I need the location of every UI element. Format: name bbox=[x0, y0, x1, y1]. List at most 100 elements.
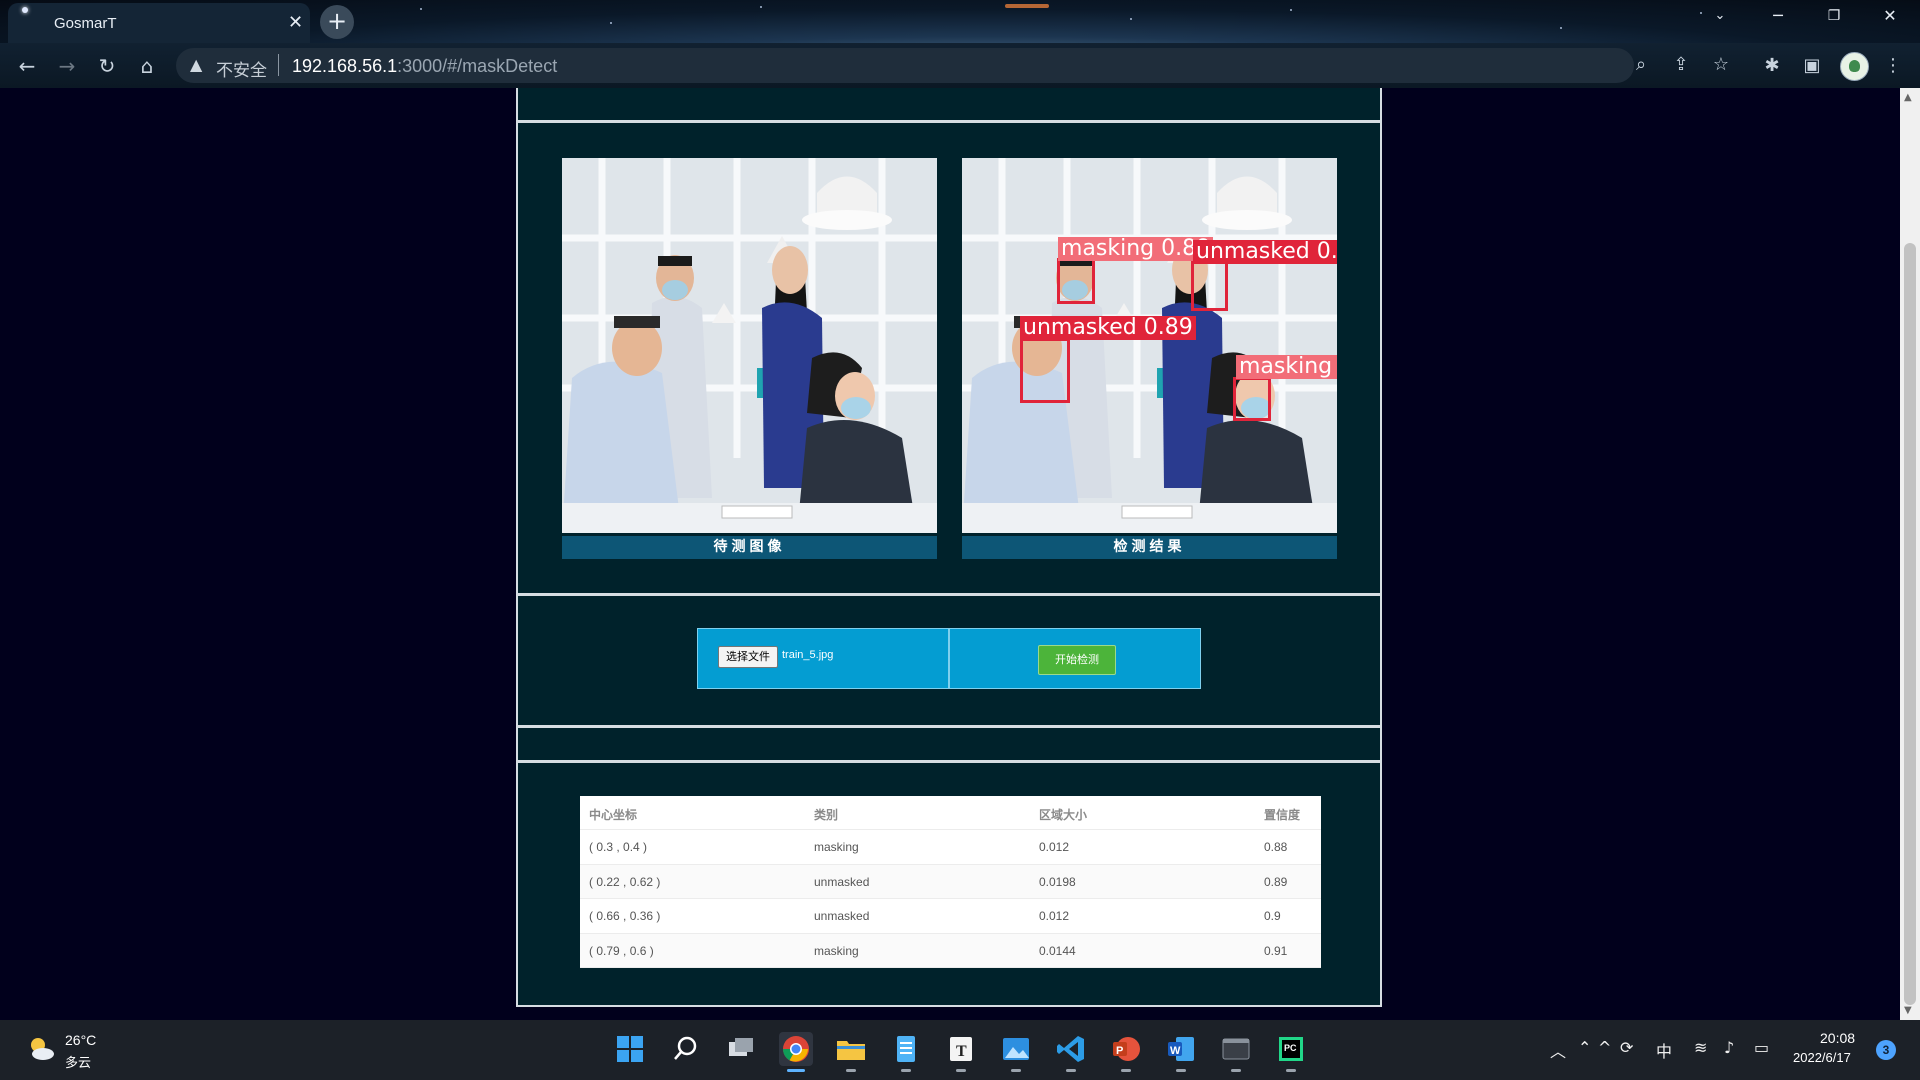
battery-icon[interactable]: ▭ bbox=[1754, 1038, 1769, 1057]
taskbar-photos[interactable] bbox=[999, 1032, 1033, 1072]
cell-class: unmasked bbox=[814, 909, 870, 923]
tab-favicon-icon bbox=[22, 7, 28, 13]
image-panel: 待测图像 masking 0.88 unmasked 0. unmasked 0… bbox=[516, 121, 1382, 595]
start-button[interactable] bbox=[613, 1032, 647, 1066]
cell-confidence: 0.89 bbox=[1264, 874, 1288, 889]
running-indicator bbox=[1231, 1069, 1241, 1072]
taskbar-notepad[interactable] bbox=[889, 1032, 923, 1072]
url-text[interactable]: 192.168.56.1:3000/#/maskDetect bbox=[292, 56, 557, 77]
cell-center: ( 0.22 , 0.62 ) bbox=[589, 874, 661, 889]
home-icon[interactable]: ⌂ bbox=[133, 52, 161, 80]
extensions-icon[interactable]: ✱ bbox=[1759, 53, 1785, 79]
reload-icon[interactable]: ↻ bbox=[93, 52, 121, 80]
cell-confidence: 0.91 bbox=[1264, 943, 1288, 958]
clock-time[interactable]: 20:08 bbox=[1820, 1030, 1855, 1046]
scroll-up-icon[interactable]: ▲ bbox=[1904, 92, 1912, 103]
tray-app-icon[interactable]: ⌃ bbox=[1578, 1038, 1591, 1057]
scroll-thumb[interactable] bbox=[1904, 243, 1916, 1005]
tab-search-icon[interactable]: ⌄ bbox=[1700, 8, 1740, 23]
url-host: 192.168.56.1 bbox=[292, 56, 398, 76]
running-indicator bbox=[1286, 1069, 1296, 1072]
task-view-button[interactable] bbox=[724, 1032, 758, 1066]
notification-badge[interactable]: 3 bbox=[1876, 1040, 1896, 1060]
tray-overflow-icon[interactable]: ︿ bbox=[1550, 1038, 1566, 1062]
top-panel bbox=[516, 88, 1382, 122]
page-viewport: 待测图像 masking 0.88 unmasked 0. unmasked 0… bbox=[0, 88, 1900, 1020]
cell-class: unmasked bbox=[814, 874, 870, 889]
windows-logo-icon bbox=[617, 1036, 643, 1062]
search-button[interactable] bbox=[669, 1032, 703, 1066]
running-indicator bbox=[901, 1069, 911, 1072]
weather-temperature: 26°C bbox=[65, 1032, 97, 1048]
clock-date[interactable]: 2022/6/17 bbox=[1793, 1050, 1851, 1065]
terminal-icon bbox=[1222, 1038, 1250, 1060]
header-center: 中心坐标 bbox=[589, 808, 638, 822]
bg-star bbox=[760, 6, 762, 8]
sync-icon[interactable]: ⟳ bbox=[1620, 1038, 1633, 1057]
task-view-icon bbox=[729, 1038, 753, 1056]
detection-box bbox=[1020, 338, 1070, 403]
detection-label: unmasked 0.90 bbox=[1193, 240, 1337, 264]
taskbar-file-explorer[interactable] bbox=[834, 1032, 868, 1072]
new-tab-button[interactable]: + bbox=[320, 5, 354, 39]
profile-avatar[interactable] bbox=[1840, 52, 1869, 81]
chrome-icon bbox=[782, 1036, 809, 1062]
ime-indicator[interactable]: 中 bbox=[1656, 1038, 1672, 1062]
detection-box bbox=[1191, 261, 1228, 311]
share-icon[interactable]: ⇪ bbox=[1668, 52, 1694, 78]
back-icon[interactable]: ← bbox=[13, 52, 41, 80]
taskbar-terminal[interactable] bbox=[1219, 1032, 1253, 1072]
start-detect-button[interactable]: 开始检测 bbox=[1038, 645, 1116, 675]
taskbar-typora[interactable]: T bbox=[944, 1032, 978, 1072]
running-indicator bbox=[1066, 1069, 1076, 1072]
detection-label: masking 0 bbox=[1236, 355, 1337, 379]
detection-label: masking 0.88 bbox=[1058, 237, 1214, 261]
svg-text:P: P bbox=[1116, 1045, 1123, 1057]
partly-cloudy-icon[interactable] bbox=[26, 1034, 56, 1064]
bookmark-star-icon[interactable]: ☆ bbox=[1708, 52, 1734, 78]
volume-icon[interactable]: ♪ bbox=[1724, 1038, 1734, 1057]
page-scrollbar[interactable]: ▲ ▼ bbox=[1900, 88, 1920, 1020]
running-indicator bbox=[956, 1069, 966, 1072]
restore-icon[interactable]: ❐ bbox=[1814, 8, 1854, 24]
taskbar-pycharm[interactable]: PC bbox=[1274, 1032, 1308, 1072]
side-panel-icon[interactable]: ▣ bbox=[1799, 53, 1825, 79]
notepad-icon bbox=[897, 1036, 915, 1062]
tab-close-icon[interactable]: ✕ bbox=[288, 12, 303, 33]
running-indicator bbox=[1176, 1069, 1186, 1072]
minimize-icon[interactable]: ─ bbox=[1758, 6, 1798, 25]
detection-box bbox=[1233, 377, 1271, 421]
windows-taskbar: 26°C 多云 T P W PC ︿ ⌃ ^ ⟳ 中 ≋ ♪ ▭ 20:08 2… bbox=[0, 1020, 1920, 1080]
taskbar-word[interactable]: W bbox=[1164, 1032, 1198, 1072]
address-divider bbox=[278, 54, 279, 76]
url-path: :3000/#/maskDetect bbox=[397, 56, 558, 76]
tab-title: GosmarT bbox=[54, 15, 117, 32]
table-row: ( 0.3 , 0.4 ) masking 0.012 0.88 bbox=[580, 830, 1321, 865]
choose-file-button[interactable]: 选择文件 bbox=[718, 646, 778, 668]
svg-text:W: W bbox=[1170, 1045, 1181, 1057]
taskbar-vscode[interactable] bbox=[1054, 1032, 1088, 1072]
taskbar-powerpoint[interactable]: P bbox=[1109, 1032, 1143, 1072]
browser-tab[interactable]: GosmarT ✕ bbox=[8, 3, 310, 43]
scroll-down-icon[interactable]: ▼ bbox=[1904, 1005, 1912, 1016]
browser-toolbar: ← → ↻ ⌂ ▲ 不安全 192.168.56.1:3000/#/maskDe… bbox=[0, 43, 1920, 88]
tray-chevron-icon[interactable]: ^ bbox=[1598, 1038, 1611, 1057]
vscode-icon bbox=[1057, 1036, 1084, 1062]
taskbar-chrome[interactable] bbox=[779, 1032, 813, 1072]
results-panel: 中心坐标 类别 区域大小 置信度 ( 0.3 , 0.4 ) masking 0… bbox=[516, 761, 1382, 1007]
close-window-icon[interactable]: ✕ bbox=[1870, 6, 1910, 25]
weather-description: 多云 bbox=[65, 1056, 92, 1071]
cell-area: 0.012 bbox=[1039, 840, 1070, 854]
address-bar[interactable]: ▲ 不安全 192.168.56.1:3000/#/maskDetect ⌕ ⇪… bbox=[176, 48, 1729, 83]
menu-kebab-icon[interactable]: ⋮ bbox=[1880, 53, 1906, 79]
header-class: 类别 bbox=[814, 808, 839, 822]
zoom-icon[interactable]: ⌕ bbox=[1628, 52, 1654, 78]
wifi-icon[interactable]: ≋ bbox=[1694, 1038, 1707, 1057]
pycharm-icon: PC bbox=[1279, 1037, 1303, 1061]
cell-center: ( 0.66 , 0.36 ) bbox=[589, 909, 661, 923]
forward-icon[interactable]: → bbox=[53, 52, 81, 80]
word-icon: W bbox=[1168, 1037, 1194, 1061]
bg-star bbox=[1290, 9, 1292, 11]
browser-titlebar: GosmarT ✕ + ⌄ ─ ❐ ✕ bbox=[0, 0, 1920, 43]
table-row: ( 0.66 , 0.36 ) unmasked 0.012 0.9 bbox=[580, 899, 1321, 934]
